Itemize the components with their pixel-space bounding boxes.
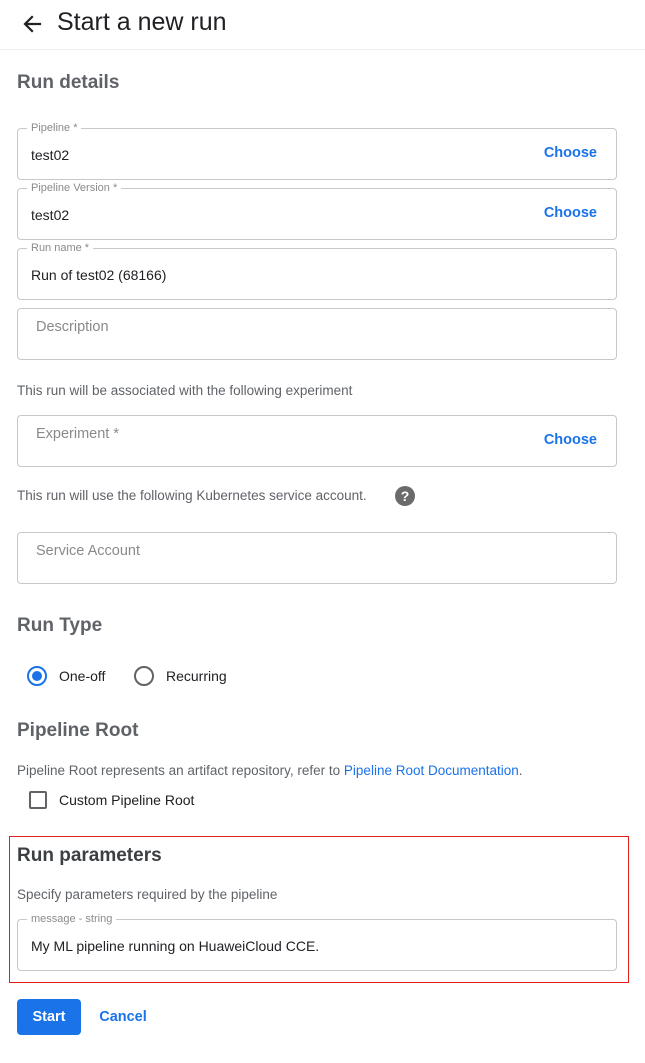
service-account-helper-text: This run will use the following Kubernet… <box>17 488 367 503</box>
pipeline-root-title: Pipeline Root <box>17 720 139 741</box>
experiment-input[interactable]: Experiment * <box>36 426 119 442</box>
pipeline-version-field-value[interactable]: test02 <box>31 207 69 223</box>
experiment-field: Experiment * Choose <box>17 415 617 467</box>
run-name-field[interactable]: Run name * Run of test02 (68166) <box>17 242 617 300</box>
pipeline-version-field: Pipeline Version * test02 Choose <box>17 182 617 240</box>
pipeline-field-label: Pipeline * <box>27 122 82 135</box>
cancel-button[interactable]: Cancel <box>93 999 153 1035</box>
page-header: Start a new run <box>0 0 645 50</box>
radio-recurring-label: Recurring <box>166 668 227 684</box>
pipeline-field-value[interactable]: test02 <box>31 147 69 163</box>
description-input[interactable]: Description <box>36 319 109 335</box>
description-field[interactable]: Description <box>17 308 617 360</box>
page-title: Start a new run <box>57 8 227 36</box>
pipeline-root-documentation-link[interactable]: Pipeline Root Documentation <box>344 763 519 778</box>
run-name-field-label: Run name * <box>27 242 94 255</box>
experiment-helper-text: This run will be associated with the fol… <box>17 383 353 398</box>
run-name-input[interactable]: Run of test02 (68166) <box>31 267 166 283</box>
choose-pipeline-version-button[interactable]: Choose <box>544 205 597 221</box>
pipeline-version-field-label: Pipeline Version * <box>27 182 122 195</box>
run-parameters-title: Run parameters <box>17 845 162 866</box>
run-parameters-helper-text: Specify parameters required by the pipel… <box>17 887 278 902</box>
run-type-title: Run Type <box>17 615 103 636</box>
choose-experiment-button[interactable]: Choose <box>544 432 597 448</box>
radio-checked-icon <box>27 666 47 686</box>
message-parameter-label: message - string <box>27 913 117 926</box>
service-account-input[interactable]: Service Account <box>36 543 140 559</box>
pipeline-root-helper-suffix: . <box>518 763 523 778</box>
pipeline-root-helper-prefix: Pipeline Root represents an artifact rep… <box>17 763 344 778</box>
radio-unchecked-icon <box>134 666 154 686</box>
arrow-left-icon[interactable] <box>18 10 48 38</box>
start-button[interactable]: Start <box>17 999 81 1035</box>
radio-one-off-label: One-off <box>59 668 106 684</box>
choose-pipeline-button[interactable]: Choose <box>544 145 597 161</box>
custom-pipeline-root-label: Custom Pipeline Root <box>59 792 195 808</box>
pipeline-field: Pipeline * test02 Choose <box>17 122 617 180</box>
message-parameter-field[interactable]: message - string My ML pipeline running … <box>17 913 617 971</box>
service-account-field[interactable]: Service Account <box>17 532 617 584</box>
checkbox-unchecked-icon <box>29 791 47 809</box>
message-parameter-input[interactable]: My ML pipeline running on HuaweiCloud CC… <box>31 938 319 954</box>
pipeline-root-helper-text: Pipeline Root represents an artifact rep… <box>17 763 523 778</box>
help-icon[interactable]: ? <box>395 486 415 506</box>
run-details-title: Run details <box>17 72 120 93</box>
